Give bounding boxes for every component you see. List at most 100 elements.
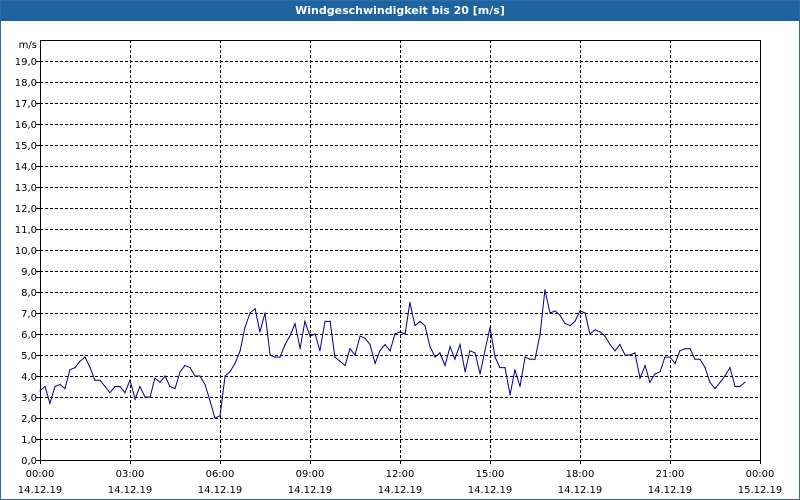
data-point xyxy=(439,352,441,354)
y-tick-label: 5,0 xyxy=(21,351,37,362)
data-point xyxy=(589,333,591,335)
data-point xyxy=(584,312,586,314)
data-point xyxy=(139,385,141,388)
y-tick-label: 6,0 xyxy=(21,330,37,341)
data-point xyxy=(669,356,671,358)
data-point xyxy=(569,325,571,327)
data-point xyxy=(174,388,176,390)
data-point xyxy=(554,310,556,312)
x-tick-time-label: 09:00 xyxy=(296,469,325,480)
data-point xyxy=(604,335,606,337)
data-point xyxy=(94,379,96,381)
data-point xyxy=(419,320,421,322)
data-point xyxy=(84,356,86,358)
data-point xyxy=(349,348,351,350)
data-point xyxy=(209,400,211,402)
x-tick-date-label: 14.12.19 xyxy=(468,485,513,496)
data-point xyxy=(509,394,511,396)
data-point xyxy=(694,358,696,360)
data-point xyxy=(184,364,186,367)
data-point xyxy=(614,350,616,352)
data-point xyxy=(229,371,231,373)
data-point xyxy=(374,362,376,364)
data-point xyxy=(159,381,161,383)
data-point xyxy=(444,364,446,367)
data-point xyxy=(644,364,646,367)
x-tick-date-label: 14.12.19 xyxy=(108,485,153,496)
x-tick-date-label: 15.12.19 xyxy=(738,485,783,496)
data-point xyxy=(634,352,636,354)
data-point xyxy=(54,385,56,388)
data-point xyxy=(654,373,656,375)
data-point xyxy=(544,289,546,291)
data-point xyxy=(284,343,286,346)
data-point xyxy=(629,354,631,356)
data-point xyxy=(564,322,566,325)
y-tick-label: 4,0 xyxy=(21,372,37,383)
data-point xyxy=(414,325,416,327)
data-point xyxy=(489,327,491,329)
x-tick-time-label: 03:00 xyxy=(116,469,145,480)
data-point xyxy=(344,364,346,367)
data-point xyxy=(194,375,196,377)
data-point xyxy=(169,385,171,388)
data-point xyxy=(574,320,576,322)
y-tick-label: 13,0 xyxy=(15,183,37,194)
data-point xyxy=(254,308,256,310)
data-point xyxy=(234,362,236,364)
x-tick-date-label: 14.12.19 xyxy=(558,485,603,496)
data-point xyxy=(579,310,581,312)
data-point xyxy=(74,367,76,369)
y-tick-label: 14,0 xyxy=(15,162,37,173)
data-point xyxy=(519,385,521,388)
data-point xyxy=(499,367,501,369)
data-point xyxy=(679,350,681,352)
data-point xyxy=(714,388,716,390)
x-tick-date-label: 14.12.19 xyxy=(378,485,423,496)
data-point xyxy=(219,415,221,417)
x-tick-time-label: 00:00 xyxy=(26,469,55,480)
axes xyxy=(36,40,761,464)
data-point xyxy=(249,312,251,314)
data-point xyxy=(329,320,331,322)
data-point xyxy=(99,379,101,381)
data-point xyxy=(129,379,131,381)
data-point xyxy=(339,360,341,362)
data-point xyxy=(619,343,621,346)
data-point xyxy=(469,350,471,352)
data-point xyxy=(739,385,741,388)
data-point xyxy=(114,385,116,388)
data-point xyxy=(724,375,726,377)
y-tick-label: 11,0 xyxy=(15,225,37,236)
wind-speed-chart: 0,0 1,0 2,0 3,0 4,0 5,0 6,0 7,0 8,0 9,0 10,0 11,0 12… xyxy=(15,40,783,496)
data-point xyxy=(734,385,736,388)
data-point xyxy=(304,320,306,322)
data-point xyxy=(524,356,526,358)
data-point xyxy=(559,314,561,316)
data-point xyxy=(259,331,261,333)
data-point xyxy=(364,337,366,339)
data-point xyxy=(164,375,166,377)
data-point xyxy=(534,358,536,360)
data-point xyxy=(59,383,61,385)
data-point xyxy=(64,388,66,390)
data-point xyxy=(204,383,206,385)
data-point xyxy=(719,381,721,383)
data-point xyxy=(689,348,691,350)
y-tick-label: 0,0 xyxy=(21,456,37,467)
data-point xyxy=(599,331,601,333)
y-tick-label: 9,0 xyxy=(21,267,37,278)
data-point xyxy=(454,358,456,360)
data-point xyxy=(674,362,676,364)
data-point xyxy=(729,367,731,369)
x-tick-time-label: 18:00 xyxy=(566,469,595,480)
y-tick-label: 18,0 xyxy=(15,78,37,89)
x-tick-labels: 00:00 14.12.19 03:00 14.12.19 06:00 14.12.19 0… xyxy=(18,469,783,496)
data-point xyxy=(269,354,271,356)
data-point xyxy=(529,358,531,360)
x-tick-time-label: 21:00 xyxy=(656,469,685,480)
data-point xyxy=(214,417,216,419)
data-point xyxy=(324,320,326,322)
y-tick-label: 1,0 xyxy=(21,435,37,446)
data-point xyxy=(609,343,611,346)
